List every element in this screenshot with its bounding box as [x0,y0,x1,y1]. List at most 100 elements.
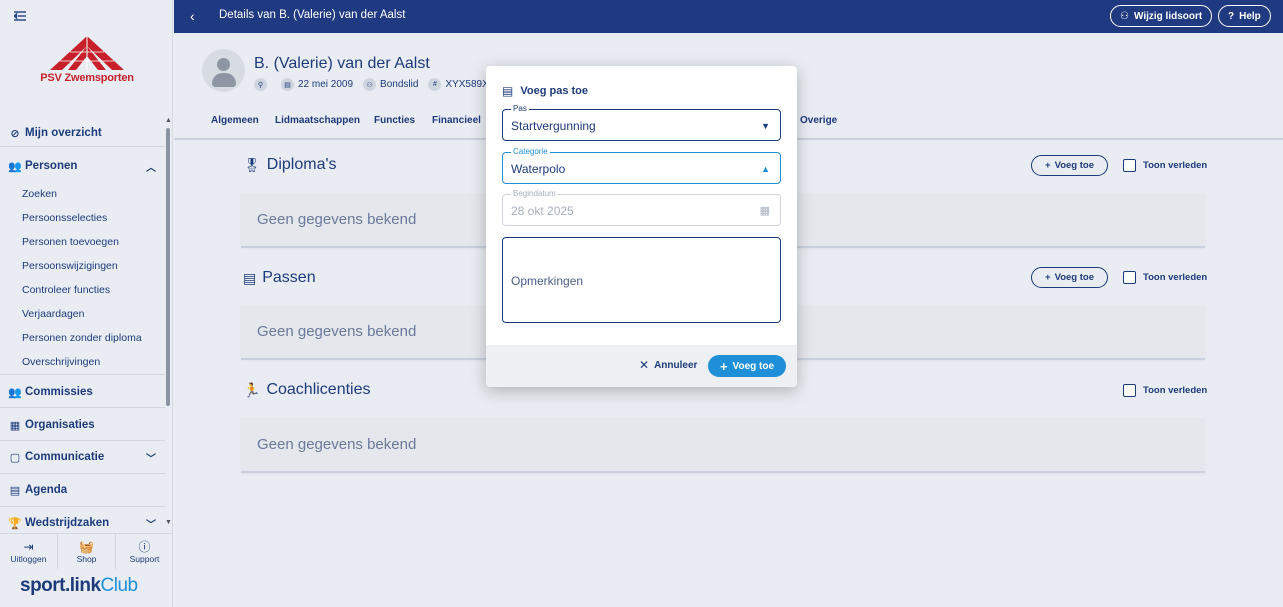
toon-verleden-passen[interactable]: Toon verleden [1123,271,1207,284]
tab-overige[interactable]: Overige [800,115,837,126]
collapse-menu-icon[interactable] [12,9,30,23]
tab-financieel[interactable]: Financieel [432,115,481,126]
member-type: Bondslid [380,79,419,90]
divider [0,473,165,474]
checkbox[interactable] [1123,271,1136,284]
person-name: B. (Valerie) van der Aalst [254,55,430,72]
begindatum-field[interactable]: Begindatum 28 okt 2025 ▦ [502,189,781,226]
add-diploma-button[interactable]: + Voeg toe [1031,155,1108,176]
nav-mijn-overzicht[interactable]: ⊘ Mijn overzicht [8,123,158,143]
plus-icon: + [1045,272,1051,283]
nav-commissies[interactable]: 👥 Commissies [8,382,158,402]
divider [0,374,165,375]
divider [0,440,165,441]
calendar-icon[interactable]: ▦ [760,204,770,217]
sportlink-brand: sport.linkClub [20,575,138,597]
calendar-icon: ▤ [281,78,294,91]
support-label: Support [129,553,160,564]
divider [0,146,165,147]
location-icon: ⚲ [254,78,267,91]
textarea-placeholder: Opmerkingen [511,274,584,288]
nav-sub-personen-toevoegen[interactable]: Personen toevoegen [22,236,119,248]
toon-verleden-coach[interactable]: Toon verleden [1123,384,1207,397]
person-meta: ⚲ ▤ 22 mei 2009 ⚇ Bondslid # XYX589X [254,78,499,91]
nav-sub-zoeken[interactable]: Zoeken [22,188,57,200]
nav-sub-persoonsselecties[interactable]: Persoonsselecties [22,212,107,224]
tab-algemeen[interactable]: Algemeen [211,115,259,126]
tab-lidmaatschappen[interactable]: Lidmaatschappen [275,115,360,126]
calendar-icon: ▤ [9,484,21,497]
categorie-select[interactable]: Categorie Waterpolo ▲ [502,147,781,184]
empty-text: Geen gegevens bekend [257,211,417,228]
people-icon: 👥 [8,386,22,399]
caret-down-icon: ▼ [761,121,770,131]
running-person-icon: 🏃 [243,381,261,398]
logout-icon: ⇥ [23,539,34,554]
cancel-button[interactable]: ✕ Annuleer [639,358,697,372]
nav-label: Mijn overzicht [25,127,102,139]
nav-communicatie[interactable]: ▢ Communicatie ﹀ [8,447,158,467]
section-title-diplomas: 🎖 Diploma's [243,156,337,174]
toon-verleden-diplomas[interactable]: Toon verleden [1123,159,1207,172]
shop-button[interactable]: 🧺 Shop [58,534,116,569]
field-label: Begindatum [511,189,558,199]
back-arrow-icon[interactable]: ‹ [190,8,195,24]
nav-agenda[interactable]: ▤ Agenda [8,480,158,500]
nav-label: Commissies [25,386,93,398]
empty-card-coach: Geen gegevens bekend [241,418,1205,473]
close-icon: ✕ [639,358,650,372]
checkbox-label: Toon verleden [1143,272,1208,283]
chevron-down-icon[interactable]: ﹀ [146,516,156,531]
checkbox[interactable] [1123,384,1136,397]
add-pas-button[interactable]: + Voeg toe [1031,267,1108,288]
chevron-up-icon[interactable]: ︿ [146,159,156,174]
logout-button[interactable]: ⇥ Uitloggen [0,534,58,569]
field-label: Categorie [511,147,550,157]
building-icon: ▦ [9,419,21,432]
nav-sub-verjaardagen[interactable]: Verjaardagen [22,308,84,320]
check-circle-icon: ⊘ [10,127,20,140]
person-edit-icon: ⚇ [1120,10,1129,22]
help-icon: ? [1228,10,1235,22]
help-button[interactable]: ? Help [1218,5,1271,27]
scroll-up-arrow-icon[interactable]: ▲ [165,117,172,124]
wijzig-label: Wijzig lidsoort [1133,10,1203,22]
sidebar: PSV Zwemsporten ⊘ Mijn overzicht 👥 Perso… [0,0,173,607]
avatar [202,49,245,92]
medal-icon: 🎖 [243,156,261,173]
wijzig-lidsoort-button[interactable]: ⚇ Wijzig lidsoort [1110,5,1213,27]
add-pas-dialog: ▤ Voeg pas toe Pas Startvergunning ▼ Cat… [486,66,797,387]
field-label: Pas [511,104,529,114]
nav-wedstrijdzaken[interactable]: 🏆 Wedstrijdzaken ﹀ [8,513,158,533]
checkbox[interactable] [1123,159,1136,172]
nav-organisaties[interactable]: ▦ Organisaties [8,415,158,435]
nav-sub-controleer-functies[interactable]: Controleer functies [22,284,110,296]
nav-sub-overschrijvingen[interactable]: Overschrijvingen [22,356,100,368]
nav-label: Wedstrijdzaken [25,517,110,529]
divider [0,407,165,408]
club-logo: PSV Zwemsporten [40,34,134,88]
section-title-coachlicenties: 🏃 Coachlicenties [243,381,371,399]
support-button[interactable]: ⓘ Support [116,534,173,569]
basket-icon: 🧺 [79,539,94,554]
nav-sub-personen-zonder-diploma[interactable]: Personen zonder diploma [22,332,142,344]
cancel-label: Annuleer [654,359,698,371]
chevron-down-icon[interactable]: ﹀ [146,450,156,465]
nav-sub-persoonswijzigingen[interactable]: Persoonswijzigingen [22,260,118,272]
pas-select[interactable]: Pas Startvergunning ▼ [502,104,781,141]
empty-text: Geen gegevens bekend [257,436,417,453]
caret-up-icon: ▲ [761,164,770,174]
nav-personen[interactable]: 👥 Personen ︿ [8,156,158,176]
sidebar-scrollbar[interactable]: ▲ ▼ [165,117,172,530]
empty-text: Geen gegevens bekend [257,323,417,340]
opmerkingen-textarea[interactable]: Opmerkingen [502,237,781,323]
scroll-thumb[interactable] [166,128,170,406]
confirm-add-button[interactable]: + Voeg toe [708,355,786,377]
card-icon: ▤ [243,269,257,286]
section-title-text: Coachlicenties [266,381,371,398]
tab-functies[interactable]: Functies [374,115,415,126]
scroll-down-arrow-icon[interactable]: ▼ [165,519,172,526]
nav-label: Personen [25,160,78,172]
shop-label: Shop [76,553,97,564]
nav-label: Communicatie [25,451,105,463]
